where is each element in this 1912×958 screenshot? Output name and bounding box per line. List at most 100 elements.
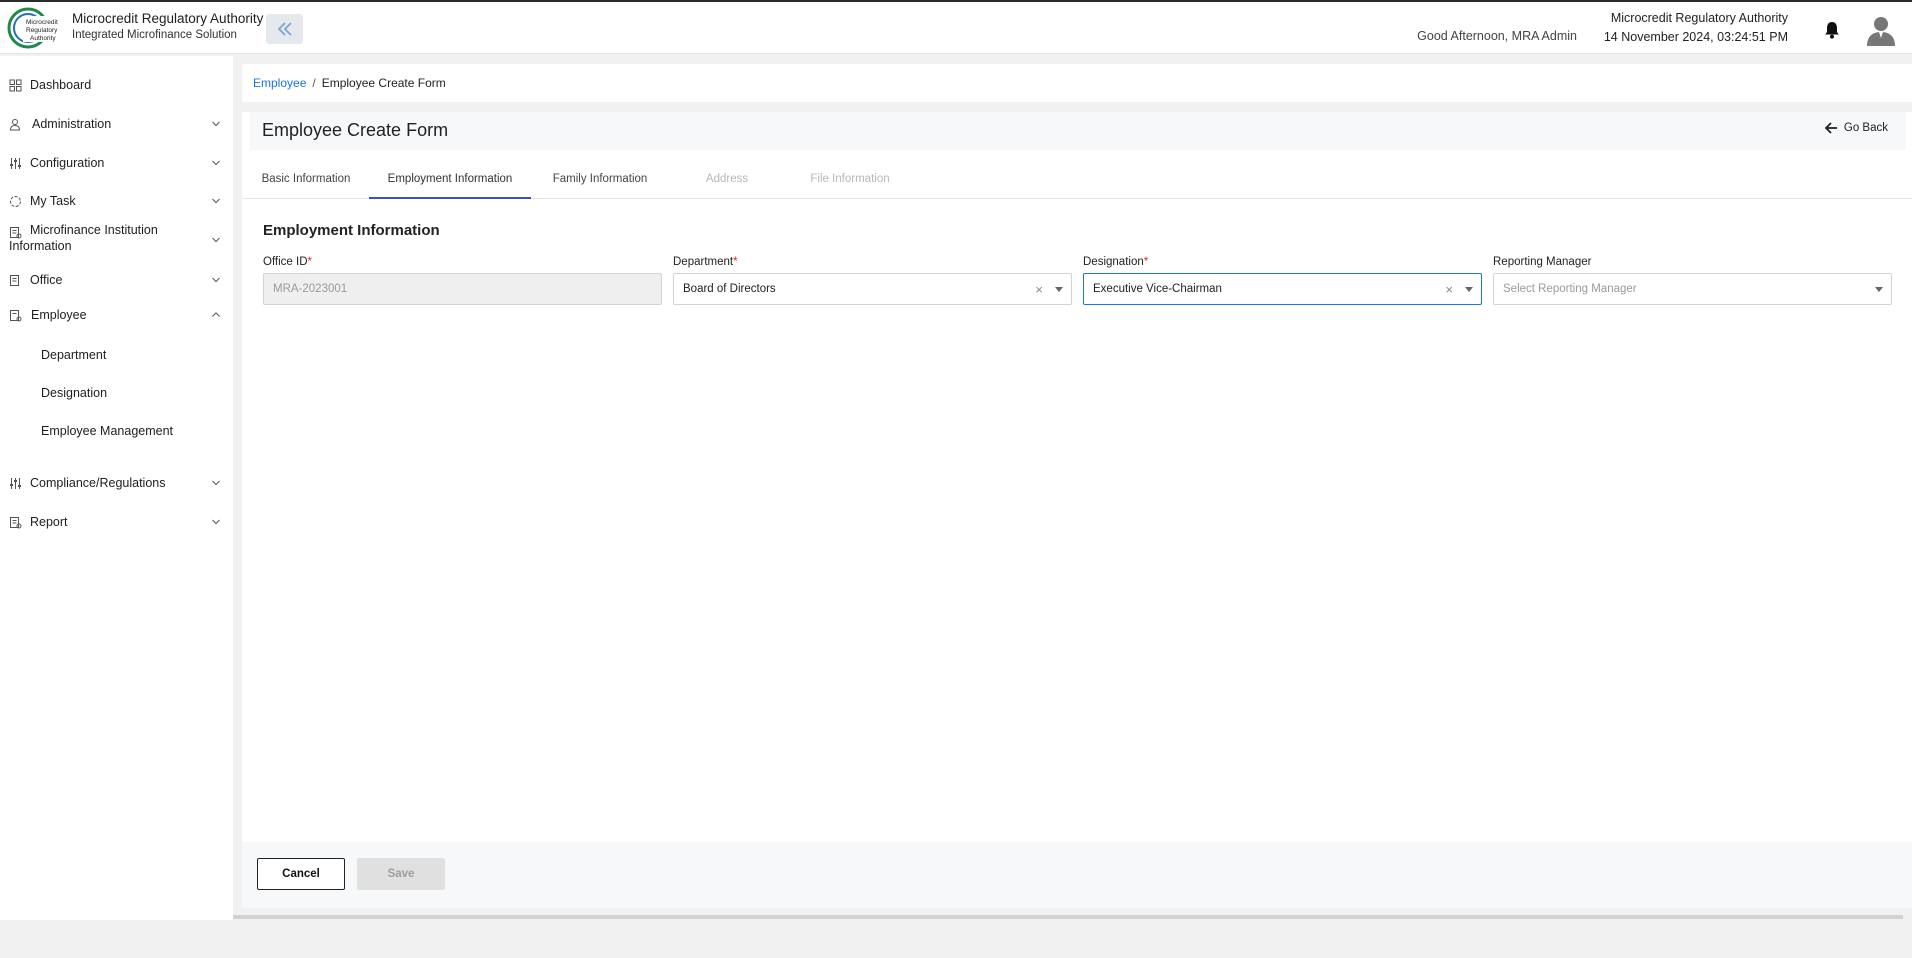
go-back-button[interactable]: Go Back [1824, 122, 1888, 134]
bell-icon[interactable] [1822, 20, 1842, 40]
designation-label-text: Designation [1083, 256, 1144, 268]
sidebar-item-configuration[interactable]: Configuration [0, 148, 233, 178]
sidebar-subitem-employee-management[interactable]: Employee Management [41, 420, 173, 442]
sidebar-item-office[interactable]: Office [0, 265, 233, 295]
department-value: Board of Directors [683, 283, 776, 295]
form-tabs: Basic Information Employment Information… [242, 162, 1912, 199]
required-marker: * [307, 256, 313, 268]
top-header: Microcredit Regulatory Authority Microcr… [0, 2, 1912, 54]
reporting-manager-placeholder: Select Reporting Manager [1503, 283, 1637, 295]
sidebar-item-label: Employee [31, 308, 87, 322]
brand-title: Microcredit Regulatory Authority [72, 11, 264, 26]
clear-icon[interactable]: × [1035, 283, 1043, 296]
sliders-icon [10, 477, 21, 489]
breadcrumb-link-employee[interactable]: Employee [253, 76, 306, 90]
chevron-down-icon [212, 160, 220, 166]
logo-text-line-1: Microcredit [26, 19, 58, 26]
sidebar-item-employee[interactable]: Employee [0, 300, 233, 330]
sidebar-item-label: Report [30, 515, 68, 529]
department-label-text: Department [673, 256, 734, 268]
cancel-button[interactable]: Cancel [257, 858, 345, 890]
save-button: Save [357, 858, 445, 890]
office-id-label: Office ID* [263, 256, 662, 273]
office-id-value: MRA-2023001 [273, 283, 348, 295]
dropdown-caret-icon[interactable] [1465, 287, 1473, 292]
sidebar-item-report[interactable]: Report [0, 507, 233, 537]
sidebar-item-label: Microfinance Institution Information [9, 223, 158, 253]
required-marker: * [733, 256, 738, 268]
logo-text-line-3: Authority [30, 35, 56, 42]
brand-subtitle: Integrated Microfinance Solution [72, 29, 237, 41]
chevron-up-icon [212, 312, 220, 317]
greeting-text: Good Afternoon, MRA Admin [1417, 29, 1577, 43]
sidebar-item-my-task[interactable]: My Task [0, 186, 233, 216]
office-id-field: Office ID* MRA-2023001 [263, 256, 662, 305]
section-title: Employment Information [263, 222, 440, 239]
sidebar-item-label: Configuration [30, 156, 105, 170]
sidebar-item-microfinance-institution[interactable]: Microfinance Institution Information [0, 222, 233, 258]
collapse-sidebar-button[interactable] [266, 14, 303, 44]
task-circle-icon [10, 195, 21, 207]
sidebar-item-label: Administration [32, 117, 112, 131]
horizontal-scrollbar[interactable] [233, 915, 1903, 919]
mra-logo: Microcredit Regulatory Authority [7, 7, 63, 49]
sidebar-item-label: Dashboard [30, 78, 92, 92]
tab-family-information[interactable]: Family Information [546, 162, 654, 199]
clear-icon[interactable]: × [1445, 283, 1453, 296]
reporting-manager-label: Reporting Manager [1493, 256, 1592, 268]
office-icon [10, 274, 19, 286]
sidebar-subitem-department[interactable]: Department [41, 344, 106, 366]
user-avatar-icon[interactable] [1866, 14, 1896, 46]
user-gear-icon [9, 118, 21, 130]
arrow-left-icon [1824, 122, 1837, 134]
designation-label: Designation* [1083, 256, 1482, 273]
breadcrumb-separator: / [312, 76, 316, 90]
chevron-down-icon [212, 237, 220, 243]
designation-select[interactable]: Executive Vice-Chairman × [1083, 273, 1482, 305]
employee-icon [10, 309, 22, 321]
designation-value: Executive Vice-Chairman [1093, 283, 1222, 295]
sidebar-item-label: Office [30, 273, 63, 287]
dropdown-caret-icon[interactable] [1055, 287, 1063, 292]
breadcrumb-current: Employee Create Form [321, 76, 446, 90]
report-icon [10, 516, 22, 528]
office-id-input: MRA-2023001 [263, 273, 662, 305]
sidebar-subitem-designation[interactable]: Designation [41, 382, 107, 404]
sidebar-item-dashboard[interactable]: Dashboard [0, 70, 233, 100]
sidebar-item-administration[interactable]: Administration [0, 109, 233, 139]
office-id-label-text: Office ID [263, 256, 308, 268]
tab-file-information: File Information [810, 173, 890, 185]
chevron-down-icon [212, 519, 220, 525]
go-back-label: Go Back [1843, 122, 1888, 134]
chevron-down-icon [212, 277, 220, 283]
form-footer: Cancel Save [242, 842, 1912, 908]
designation-field: Designation* Executive Vice-Chairman × [1083, 256, 1482, 305]
page-title: Employee Create Form [262, 120, 449, 140]
breadcrumb: Employee / Employee Create Form [242, 64, 1912, 102]
department-field: Department* Board of Directors × [673, 256, 1072, 305]
chevron-down-icon [212, 480, 220, 486]
tab-employment-information[interactable]: Employment Information [369, 162, 531, 199]
double-chevron-left-icon [277, 22, 292, 36]
tab-basic-information[interactable]: Basic Information [256, 162, 356, 199]
reporting-manager-field: Reporting Manager Select Reporting Manag… [1493, 256, 1892, 305]
sidebar: Dashboard Administration Configuration M… [0, 56, 233, 920]
grid-icon [9, 79, 22, 91]
form-panel: Employee Create Form Go Back Basic Infor… [242, 112, 1912, 908]
chevron-down-icon [212, 198, 220, 204]
sidebar-item-label: Compliance/Regulations [30, 476, 166, 490]
form-header: Employee Create Form Go Back [250, 112, 1906, 150]
dropdown-caret-icon[interactable] [1875, 287, 1883, 292]
organization-name: Microcredit Regulatory Authority [1610, 11, 1788, 25]
tab-address: Address [705, 173, 749, 185]
required-marker: * [1143, 256, 1149, 268]
department-select[interactable]: Board of Directors × [673, 273, 1072, 305]
sidebar-item-compliance-regulations[interactable]: Compliance/Regulations [0, 468, 233, 498]
sliders-icon [10, 157, 21, 169]
sidebar-item-label: My Task [30, 194, 76, 208]
logo-text-line-2: Regulatory [26, 27, 58, 34]
current-datetime: 14 November 2024, 03:24:51 PM [1603, 30, 1788, 44]
chevron-down-icon [212, 121, 220, 127]
department-label: Department* [673, 256, 1072, 273]
reporting-manager-select[interactable]: Select Reporting Manager [1493, 273, 1892, 305]
